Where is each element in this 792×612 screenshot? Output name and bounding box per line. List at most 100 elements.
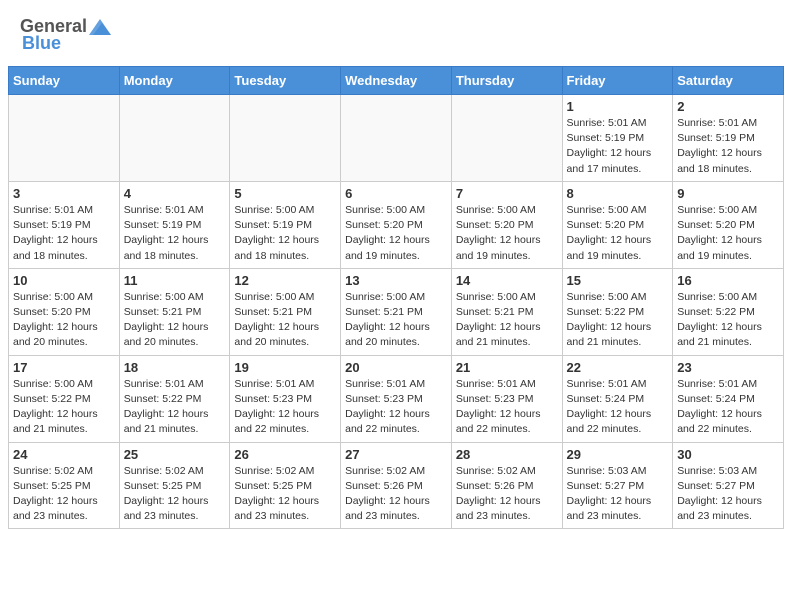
weekday-header-tuesday: Tuesday [230, 67, 341, 95]
day-number: 5 [234, 186, 336, 201]
calendar-cell [230, 95, 341, 182]
day-info: Sunrise: 5:00 AM Sunset: 5:21 PM Dayligh… [456, 290, 558, 351]
day-info: Sunrise: 5:03 AM Sunset: 5:27 PM Dayligh… [677, 464, 779, 525]
day-number: 24 [13, 447, 115, 462]
day-info: Sunrise: 5:01 AM Sunset: 5:19 PM Dayligh… [677, 116, 779, 177]
calendar-cell: 3 Sunrise: 5:01 AM Sunset: 5:19 PM Daylig… [9, 181, 120, 268]
day-number: 1 [567, 99, 669, 114]
day-number: 2 [677, 99, 779, 114]
week-row-2: 3 Sunrise: 5:01 AM Sunset: 5:19 PM Daylig… [9, 181, 784, 268]
calendar-cell [119, 95, 230, 182]
day-number: 13 [345, 273, 447, 288]
calendar-cell: 27 Sunrise: 5:02 AM Sunset: 5:26 PM Dayli… [341, 442, 452, 529]
day-info: Sunrise: 5:02 AM Sunset: 5:26 PM Dayligh… [345, 464, 447, 525]
day-number: 22 [567, 360, 669, 375]
calendar-cell: 28 Sunrise: 5:02 AM Sunset: 5:26 PM Dayli… [451, 442, 562, 529]
day-info: Sunrise: 5:00 AM Sunset: 5:20 PM Dayligh… [677, 203, 779, 264]
weekday-header-saturday: Saturday [673, 67, 784, 95]
day-number: 10 [13, 273, 115, 288]
day-info: Sunrise: 5:01 AM Sunset: 5:24 PM Dayligh… [567, 377, 669, 438]
day-info: Sunrise: 5:02 AM Sunset: 5:25 PM Dayligh… [124, 464, 226, 525]
week-row-3: 10Sunrise: 5:00 AM Sunset: 5:20 PM Dayli… [9, 268, 784, 355]
day-number: 9 [677, 186, 779, 201]
calendar-cell: 15 Sunrise: 5:00 AM Sunset: 5:22 PM Dayli… [562, 268, 673, 355]
day-info: Sunrise: 5:01 AM Sunset: 5:24 PM Dayligh… [677, 377, 779, 438]
day-number: 20 [345, 360, 447, 375]
day-number: 12 [234, 273, 336, 288]
day-info: Sunrise: 5:00 AM Sunset: 5:20 PM Dayligh… [345, 203, 447, 264]
day-info: Sunrise: 5:02 AM Sunset: 5:25 PM Dayligh… [13, 464, 115, 525]
weekday-header-monday: Monday [119, 67, 230, 95]
week-row-1: 1 Sunrise: 5:01 AM Sunset: 5:19 PM Daylig… [9, 95, 784, 182]
calendar-cell [451, 95, 562, 182]
calendar-cell: 16 Sunrise: 5:00 AM Sunset: 5:22 PM Dayli… [673, 268, 784, 355]
calendar-cell: 4Sunrise: 5:01 AM Sunset: 5:19 PM Daylig… [119, 181, 230, 268]
day-number: 18 [124, 360, 226, 375]
weekday-header-sunday: Sunday [9, 67, 120, 95]
day-info: Sunrise: 5:01 AM Sunset: 5:23 PM Dayligh… [345, 377, 447, 438]
calendar-cell: 23 Sunrise: 5:01 AM Sunset: 5:24 PM Dayli… [673, 355, 784, 442]
weekday-header-thursday: Thursday [451, 67, 562, 95]
day-info: Sunrise: 5:01 AM Sunset: 5:19 PM Dayligh… [13, 203, 115, 264]
day-info: Sunrise: 5:03 AM Sunset: 5:27 PM Dayligh… [567, 464, 669, 525]
week-row-4: 17 Sunrise: 5:00 AM Sunset: 5:22 PM Dayli… [9, 355, 784, 442]
day-number: 6 [345, 186, 447, 201]
page-container: General Blue SundayMondayTuesdayWednesda… [0, 0, 792, 537]
calendar-cell: 2 Sunrise: 5:01 AM Sunset: 5:19 PM Daylig… [673, 95, 784, 182]
calendar-cell: 21 Sunrise: 5:01 AM Sunset: 5:23 PM Dayli… [451, 355, 562, 442]
calendar-cell: 29 Sunrise: 5:03 AM Sunset: 5:27 PM Dayli… [562, 442, 673, 529]
day-number: 15 [567, 273, 669, 288]
calendar-cell: 6 Sunrise: 5:00 AM Sunset: 5:20 PM Daylig… [341, 181, 452, 268]
day-info: Sunrise: 5:00 AM Sunset: 5:21 PM Dayligh… [124, 290, 226, 351]
day-number: 29 [567, 447, 669, 462]
day-info: Sunrise: 5:01 AM Sunset: 5:19 PM Dayligh… [567, 116, 669, 177]
day-number: 21 [456, 360, 558, 375]
logo-icon [89, 19, 111, 35]
weekday-header-row: SundayMondayTuesdayWednesdayThursdayFrid… [9, 67, 784, 95]
day-number: 23 [677, 360, 779, 375]
day-number: 25 [124, 447, 226, 462]
calendar-cell: 7 Sunrise: 5:00 AM Sunset: 5:20 PM Daylig… [451, 181, 562, 268]
calendar-cell [9, 95, 120, 182]
day-info: Sunrise: 5:01 AM Sunset: 5:23 PM Dayligh… [456, 377, 558, 438]
day-number: 19 [234, 360, 336, 375]
day-number: 4 [124, 186, 226, 201]
calendar-cell: 1 Sunrise: 5:01 AM Sunset: 5:19 PM Daylig… [562, 95, 673, 182]
day-number: 28 [456, 447, 558, 462]
day-info: Sunrise: 5:00 AM Sunset: 5:22 PM Dayligh… [677, 290, 779, 351]
day-info: Sunrise: 5:00 AM Sunset: 5:20 PM Dayligh… [567, 203, 669, 264]
calendar-cell: 8 Sunrise: 5:00 AM Sunset: 5:20 PM Daylig… [562, 181, 673, 268]
day-number: 11 [124, 273, 226, 288]
calendar-cell: 13 Sunrise: 5:00 AM Sunset: 5:21 PM Dayli… [341, 268, 452, 355]
calendar-cell: 24 Sunrise: 5:02 AM Sunset: 5:25 PM Dayli… [9, 442, 120, 529]
day-info: Sunrise: 5:00 AM Sunset: 5:22 PM Dayligh… [13, 377, 115, 438]
day-info: Sunrise: 5:00 AM Sunset: 5:20 PM Dayligh… [456, 203, 558, 264]
day-number: 14 [456, 273, 558, 288]
calendar-wrapper: SundayMondayTuesdayWednesdayThursdayFrid… [0, 66, 792, 537]
calendar-cell: 9 Sunrise: 5:00 AM Sunset: 5:20 PM Daylig… [673, 181, 784, 268]
day-number: 17 [13, 360, 115, 375]
week-row-5: 24 Sunrise: 5:02 AM Sunset: 5:25 PM Dayli… [9, 442, 784, 529]
calendar-cell: 11 Sunrise: 5:00 AM Sunset: 5:21 PM Dayli… [119, 268, 230, 355]
day-info: Sunrise: 5:00 AM Sunset: 5:22 PM Dayligh… [567, 290, 669, 351]
day-number: 16 [677, 273, 779, 288]
header: General Blue [0, 0, 792, 58]
day-info: Sunrise: 5:02 AM Sunset: 5:26 PM Dayligh… [456, 464, 558, 525]
calendar-table: SundayMondayTuesdayWednesdayThursdayFrid… [8, 66, 784, 529]
day-number: 7 [456, 186, 558, 201]
day-number: 3 [13, 186, 115, 201]
calendar-cell: 19 Sunrise: 5:01 AM Sunset: 5:23 PM Dayli… [230, 355, 341, 442]
day-number: 8 [567, 186, 669, 201]
weekday-header-wednesday: Wednesday [341, 67, 452, 95]
day-info: Sunrise: 5:00 AM Sunset: 5:19 PM Dayligh… [234, 203, 336, 264]
day-info: Sunrise: 5:01 AM Sunset: 5:23 PM Dayligh… [234, 377, 336, 438]
calendar-cell: 25 Sunrise: 5:02 AM Sunset: 5:25 PM Dayli… [119, 442, 230, 529]
day-info: Sunrise: 5:00 AM Sunset: 5:21 PM Dayligh… [345, 290, 447, 351]
day-info: Sunrise: 5:02 AM Sunset: 5:25 PM Dayligh… [234, 464, 336, 525]
calendar-cell: 10Sunrise: 5:00 AM Sunset: 5:20 PM Dayli… [9, 268, 120, 355]
day-number: 27 [345, 447, 447, 462]
weekday-header-friday: Friday [562, 67, 673, 95]
calendar-cell [341, 95, 452, 182]
calendar-cell: 17 Sunrise: 5:00 AM Sunset: 5:22 PM Dayli… [9, 355, 120, 442]
calendar-cell: 12Sunrise: 5:00 AM Sunset: 5:21 PM Dayli… [230, 268, 341, 355]
